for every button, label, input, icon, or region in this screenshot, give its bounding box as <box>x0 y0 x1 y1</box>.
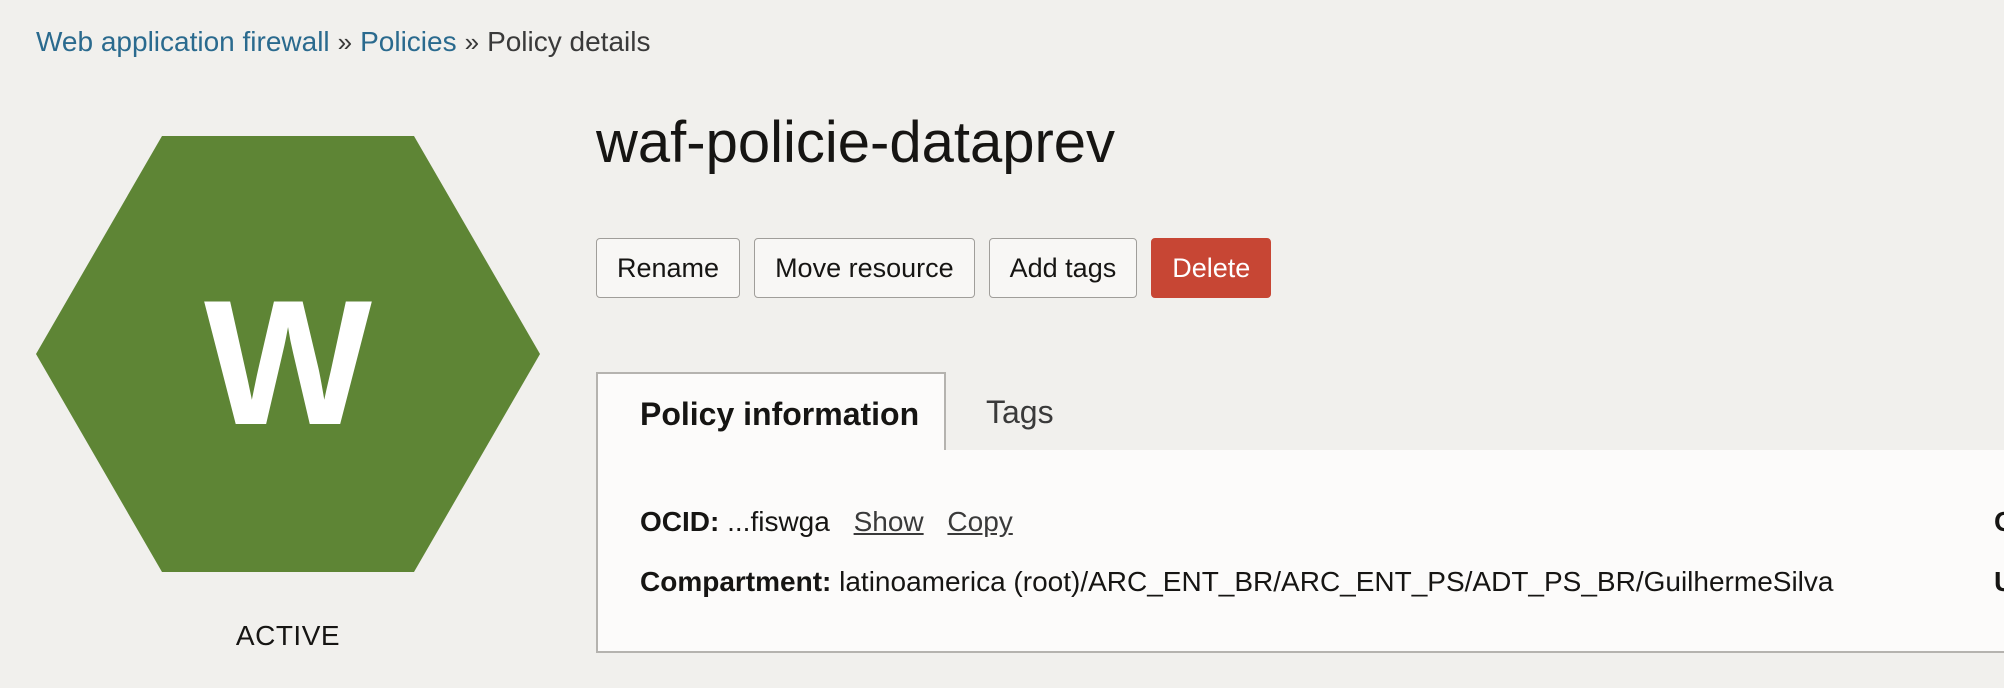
compartment-value: latinoamerica (root)/ARC_ENT_BR/ARC_ENT_… <box>839 566 1834 597</box>
rename-button[interactable]: Rename <box>596 238 741 298</box>
tab-policy-information[interactable]: Policy information <box>596 372 946 454</box>
action-bar: Rename Move resource Add tags Delete <box>596 238 1272 298</box>
add-tags-button[interactable]: Add tags <box>988 238 1138 298</box>
hexagon-icon: W <box>36 136 540 572</box>
breadcrumb-separator: » <box>464 27 480 57</box>
ocid-value: ...fiswga <box>727 506 830 537</box>
page-title: waf-policie-dataprev <box>596 110 1116 175</box>
right-column-label-truncated: U <box>1994 566 2004 598</box>
policy-information-panel: OCID: ...fiswga Show Copy Compartment: l… <box>596 450 2004 653</box>
ocid-label: OCID: <box>640 506 720 537</box>
breadcrumb-separator: » <box>337 27 353 57</box>
compartment-row: Compartment: latinoamerica (root)/ARC_EN… <box>640 566 1833 598</box>
resource-hexagon-icon: W <box>36 136 540 572</box>
delete-button[interactable]: Delete <box>1151 238 1272 298</box>
breadcrumb: Web application firewall» Policies» Policy… <box>36 24 650 60</box>
breadcrumb-current: Policy details <box>487 26 651 57</box>
breadcrumb-link-policies[interactable]: Policies <box>360 26 456 57</box>
ocid-copy-link[interactable]: Copy <box>947 506 1012 537</box>
move-resource-button[interactable]: Move resource <box>754 238 975 298</box>
right-column-label-truncated: C <box>1994 506 2004 538</box>
breadcrumb-link-web-application-firewall[interactable]: Web application firewall <box>36 26 330 57</box>
tab-bar: Policy information Tags <box>596 372 2004 454</box>
status-label: ACTIVE <box>235 620 341 651</box>
resource-initial: W <box>204 263 372 462</box>
tab-tags[interactable]: Tags <box>986 372 1054 452</box>
ocid-show-link[interactable]: Show <box>854 506 924 537</box>
ocid-row: OCID: ...fiswga Show Copy <box>640 506 1013 538</box>
compartment-label: Compartment: <box>640 566 832 597</box>
